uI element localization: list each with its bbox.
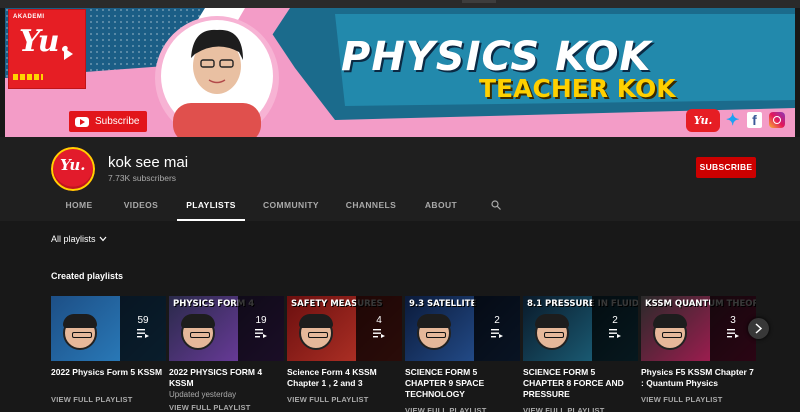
banner-subtitle: TEACHER KOK [479,74,676,103]
video-count-overlay: 19 [238,296,284,361]
teacher-portrait [299,314,333,350]
academy-label: AKADEMI [13,14,45,20]
tab-playlists[interactable]: PLAYLISTS [177,192,245,221]
view-full-playlist-link[interactable]: VIEW FULL PLAYLIST [287,395,402,404]
video-count-overlay: 4 [356,296,402,361]
playlist-icon [491,329,503,338]
playlist-card[interactable]: SAFETY MEASURES 4 Science Form 4 KSSM Chap… [287,296,402,404]
youtube-icon [75,116,89,127]
teacher-portrait [63,314,97,350]
avatar-ring [51,147,95,191]
playlist-thumbnail[interactable]: KSSM QUANTUM THEORY 3 [641,296,756,361]
tab-videos[interactable]: VIDEOS [114,192,168,221]
playlist-icon [609,329,621,338]
youtube-logo-link[interactable]: Yu. [686,109,720,132]
channel-tabs: HOME VIDEOS PLAYLISTS COMMUNITY CHANNELS… [0,192,800,221]
subscribe-button[interactable]: SUBSCRIBE [696,157,756,178]
tab-about[interactable]: ABOUT [416,192,466,221]
subscriber-count: 7.73K subscribers [108,173,177,183]
view-full-playlist-link[interactable]: VIEW FULL PLAYLIST [169,403,284,412]
playlist-card[interactable]: 9.3 SATELLITE 2 SCIENCE FORM 5 CHAPTER 9 S… [405,296,520,412]
playlist-icon [137,329,149,338]
playlist-card[interactable]: 8.1 PRESSURE IN FLUID 2 SCIENCE FORM 5 CHA… [523,296,638,412]
view-full-playlist-link[interactable]: VIEW FULL PLAYLIST [641,395,756,404]
channel-name: kok see mai [108,154,189,171]
playlist-thumbnail[interactable]: SAFETY MEASURES 4 [287,296,402,361]
video-count: 19 [255,315,267,326]
channel-header: Yu. kok see mai 7.73K subscribers SUBSCR… [0,137,800,221]
playlist-card[interactable]: KSSM QUANTUM THEORY 3 Physics F5 KSSM Chap… [641,296,756,404]
video-count: 4 [376,315,382,326]
search-icon[interactable] [491,200,501,210]
play-icon [64,48,73,60]
banner-subscribe-label: Subscribe [95,116,140,127]
view-full-playlist-link[interactable]: VIEW FULL PLAYLIST [523,406,638,412]
twitter-icon[interactable]: ✦ [726,113,744,129]
playlist-title[interactable]: Science Form 4 KSSM Chapter 1 , 2 and 3 [287,367,402,389]
video-count-overlay: 2 [474,296,520,361]
video-count: 59 [137,315,149,326]
playlist-card[interactable]: PHYSICS FORM 4 19 2022 PHYSICS FORM 4 KSSM… [169,296,284,412]
playlist-title[interactable]: SCIENCE FORM 5 CHAPTER 9 SPACE TECHNOLOG… [405,367,520,400]
playlist-thumbnail[interactable]: 59 [51,296,166,361]
teacher-portrait [181,314,215,350]
thumbnail-caption: 9.3 SATELLITE [409,299,477,309]
scrollbar-nub [462,0,496,3]
playlist-icon [373,329,385,338]
teacher-portrait [653,314,687,350]
section-title: Created playlists [51,271,124,281]
playlist-title[interactable]: Physics F5 KSSM Chapter 7 : Quantum Phys… [641,367,756,389]
instagram-icon[interactable] [769,112,785,128]
academy-logo: AKADEMI Yu. [8,9,86,89]
teacher-portrait [417,314,451,350]
teacher-portrait [535,314,569,350]
view-full-playlist-link[interactable]: VIEW FULL PLAYLIST [405,406,520,412]
playlist-card[interactable]: 59 2022 Physics Form 5 KSSM VIEW FULL PLAY… [51,296,166,404]
playlist-thumbnail[interactable]: 8.1 PRESSURE IN FLUID 2 [523,296,638,361]
playlist-thumbnail[interactable]: PHYSICS FORM 4 19 [169,296,284,361]
video-count: 2 [494,315,500,326]
channel-banner: AKADEMI Yu. PHYSICS KOK TEACHER KOK Subs… [5,8,795,137]
playlist-title[interactable]: 2022 PHYSICS FORM 4 KSSM [169,367,284,389]
tab-community[interactable]: COMMUNITY [257,192,325,221]
facebook-icon[interactable]: f [747,112,762,128]
playlist-filter-dropdown[interactable]: All playlists [51,234,107,244]
video-count-overlay: 59 [120,296,166,361]
tab-channels[interactable]: CHANNELS [340,192,402,221]
rating-stars-icon [13,74,43,80]
browser-top-strip [0,0,800,8]
playlist-icon [727,329,739,338]
carousel-next-button[interactable] [748,318,769,339]
view-full-playlist-link[interactable]: VIEW FULL PLAYLIST [51,395,166,404]
playlist-title[interactable]: 2022 Physics Form 5 KSSM [51,367,166,378]
video-count-overlay: 2 [592,296,638,361]
channel-avatar[interactable]: Yu. [51,147,95,191]
tab-home[interactable]: HOME [51,192,107,221]
chevron-right-icon [755,323,763,334]
chevron-down-icon [99,236,106,242]
video-count: 2 [612,315,618,326]
playlist-thumbnail[interactable]: 9.3 SATELLITE 2 [405,296,520,361]
playlist-updated: Updated yesterday [169,390,237,399]
playlist-title[interactable]: SCIENCE FORM 5 CHAPTER 8 FORCE AND PRESS… [523,367,638,400]
banner-subscribe-link[interactable]: Subscribe [69,111,148,132]
playlist-filter-label: All playlists [51,234,96,244]
academy-logo-mark: Yu. [19,24,71,59]
playlist-icon [255,329,267,338]
